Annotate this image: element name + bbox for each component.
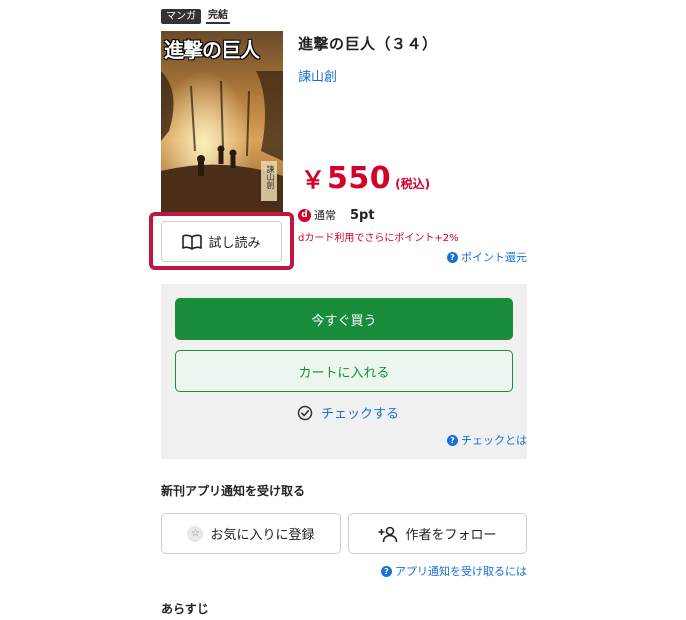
notify-heading: 新刊アプリ通知を受け取る (161, 484, 306, 498)
book-title: 進撃の巨人（３４） (298, 35, 438, 53)
help-icon: ? (381, 565, 392, 577)
help-icon: ? (447, 251, 458, 263)
badge-group: マンガ 完結 (161, 9, 230, 24)
points-value: 5pt (350, 207, 375, 223)
favorite-label: お気に入りに登録 (210, 528, 315, 543)
check-button[interactable]: チェックする (297, 403, 399, 422)
point-return-link[interactable]: ? ポイント還元 (447, 249, 527, 265)
add-to-cart-button[interactable]: カートに入れる (175, 350, 513, 392)
add-person-icon (378, 526, 398, 542)
favorite-button[interactable]: ☆ お気に入りに登録 (161, 513, 341, 554)
check-about-link[interactable]: ? チェックとは (447, 432, 527, 448)
trial-read-button[interactable]: 試し読み (161, 221, 282, 262)
currency-symbol: ￥ (301, 166, 325, 194)
status-badge: 完結 (206, 9, 230, 24)
point-return-label: ポイント還元 (461, 251, 527, 264)
notify-about-link[interactable]: ? アプリ通知を受け取るには (381, 563, 527, 579)
open-book-icon (182, 234, 203, 250)
check-circle-icon (297, 405, 313, 420)
author-link[interactable]: 諫山創 (298, 66, 337, 85)
buy-now-button[interactable]: 今すぐ買う (175, 298, 513, 340)
check-label: チェックする (321, 407, 400, 422)
points-row: d 通常 5pt (298, 207, 375, 223)
d-point-icon: d (298, 208, 311, 222)
cover-author-text: 諫山創 (266, 165, 275, 189)
follow-author-button[interactable]: 作者をフォロー (348, 513, 527, 554)
tax-label: (税込) (395, 177, 431, 191)
star-icon: ☆ (187, 525, 204, 542)
points-type: 通常 (314, 209, 336, 222)
check-about-label: チェックとは (461, 434, 527, 447)
synopsis-heading: あらすじ (161, 602, 209, 616)
book-cover[interactable]: 進撃の巨人 諫山創 (161, 31, 283, 213)
price: ￥ 550 (税込) (301, 160, 430, 196)
notify-about-label: アプリ通知を受け取るには (395, 565, 527, 578)
genre-badge: マンガ (161, 9, 201, 24)
price-amount: 550 (327, 161, 392, 196)
follow-author-label: 作者をフォロー (405, 528, 497, 543)
cover-title-text: 進撃の巨人 (164, 38, 260, 62)
dcard-note: dカード利用でさらにポイント+2% (298, 233, 459, 244)
help-icon: ? (447, 434, 458, 446)
trial-read-label: 試し読み (208, 236, 261, 251)
